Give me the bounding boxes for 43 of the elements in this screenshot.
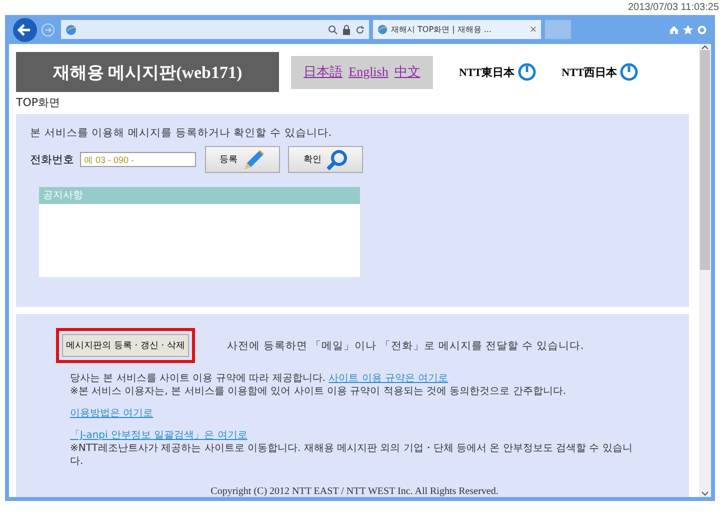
site-title: 재해용 메시지판(web171) <box>16 52 279 92</box>
address-bar[interactable] <box>61 20 369 39</box>
language-link[interactable]: 中文 <box>394 63 420 81</box>
register-button[interactable]: 등록 <box>205 146 280 173</box>
close-button[interactable]: × <box>529 24 537 34</box>
confirm-button[interactable]: 확인 <box>288 146 363 173</box>
usage-link[interactable]: 이용방법은 여기로 <box>70 408 154 419</box>
language-link[interactable]: English <box>348 64 388 80</box>
page-icon <box>377 24 388 35</box>
search-link[interactable]: 「J-anpi 안부정보 일괄검색」은 여기로 <box>70 430 248 441</box>
copyright: Copyright (C) 2012 NTT EAST / NTT WEST Inc. All Rights Reserved. <box>210 486 500 497</box>
manage-description: 사전에 등록하면 「메일」이나 「전화」로 메시지를 전달할 수 있습니다. <box>227 338 584 352</box>
terms-text: 당사는 본 서비스를 사이트 이용 규약에 따라 제공합니다. 사이트 이용 규약은 여기로 <box>70 372 450 385</box>
power-icon <box>518 63 536 81</box>
manage-button[interactable]: 메시지판의 등록 · 갱신 · 삭제 <box>62 334 190 357</box>
breadcrumb: TOP화면 <box>16 95 62 111</box>
tab-title: 재해시 TOP화면 | 재해용 ... <box>391 24 493 35</box>
star-icon[interactable] <box>683 24 693 34</box>
home-icon[interactable] <box>669 24 679 34</box>
forward-icon[interactable] <box>41 22 55 36</box>
notice-title: 공지사항 <box>39 187 360 204</box>
scroll-up-icon[interactable] <box>701 44 709 50</box>
scroll-down-icon[interactable] <box>701 491 709 497</box>
phone-field[interactable]: 예 03 - 090 - <box>80 152 196 167</box>
settings-icon[interactable] <box>697 24 707 34</box>
search-icon[interactable] <box>328 24 338 34</box>
page-icon <box>65 24 77 36</box>
intro-text: 본 서비스를 이용해 메시지를 등록하거나 확인할 수 있습니다. <box>30 126 333 140</box>
terms-note: ※본 서비스 이용자는, 본 서비스를 이용함에 있어 사이트 이용 규약이 적용되는 것에 동의한것으로 간주합니다. <box>70 385 568 398</box>
browser-tab[interactable]: 재해시 TOP화면 | 재해용 ... × <box>373 20 541 39</box>
company-logo: NTT東日本 <box>459 66 515 80</box>
language-link[interactable]: 日本語 <box>304 63 343 81</box>
power-icon <box>620 63 638 81</box>
back-icon[interactable] <box>13 18 37 42</box>
scrollbar[interactable] <box>699 44 711 497</box>
terms-link[interactable]: 사이트 이용 규약은 여기로 <box>328 373 448 384</box>
lock-icon[interactable] <box>342 24 351 34</box>
company-logo: NTT西日本 <box>562 66 618 80</box>
refresh-icon[interactable] <box>355 24 365 34</box>
search-icon <box>326 148 348 170</box>
timestamp: 2013/07/03 11:03:25 <box>628 1 719 15</box>
phone-label: 전화번호 <box>30 152 74 167</box>
janpi-note: ※NTT레조난트사가 제공하는 사이트로 이동합니다. 재해용 메시지판 외의 기업・단체 등에서 온 안부정보도 검색할 수 있습니다. <box>70 442 634 468</box>
